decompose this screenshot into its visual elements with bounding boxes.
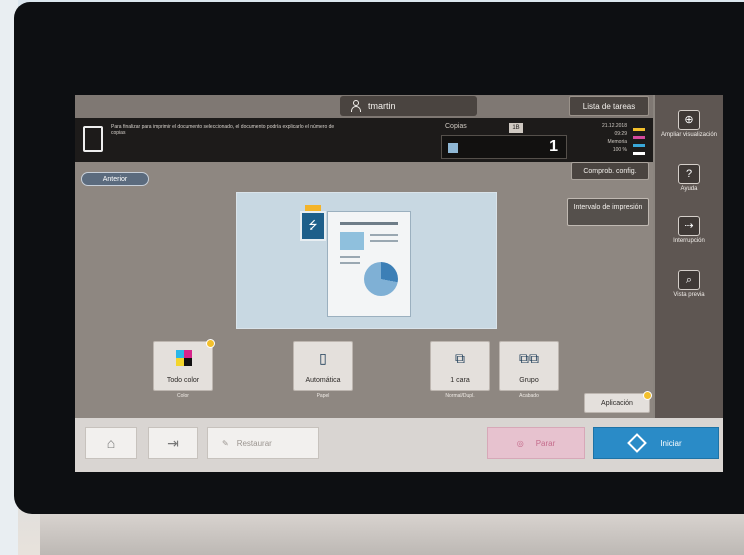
group-icon: ⧉⧉ <box>519 350 539 366</box>
applications-button[interactable]: Aplicación <box>584 391 652 413</box>
right-sidebar: ⊕ Ampliar visualización ? Ayuda ⇢ Interr… <box>655 95 723 418</box>
interrupt-label: Interrupción <box>673 238 705 244</box>
device-base <box>40 514 744 555</box>
usb-icon: ⭍ <box>300 211 326 241</box>
job-list-button[interactable]: Lista de tareas <box>569 96 649 116</box>
copies-value: 1 <box>549 138 558 155</box>
logout-icon: ⇥ <box>167 434 179 451</box>
start-button[interactable]: Iniciar <box>593 427 719 459</box>
copies-field[interactable]: 1 <box>441 135 567 159</box>
document-icon <box>83 126 103 152</box>
toner-black <box>633 152 645 155</box>
top-strip: tmartin Lista de tareas <box>75 95 653 118</box>
main-area: tmartin Lista de tareas Para finalizar p… <box>75 95 653 418</box>
home-button[interactable]: ⌂ <box>85 427 137 459</box>
paper-button[interactable]: ▯ Automática <box>293 341 353 391</box>
color-button[interactable]: Todo color <box>153 339 215 391</box>
preview-icon: ⌕ <box>678 270 700 290</box>
finishing-caption: Acabado <box>519 393 539 399</box>
zoom-button[interactable]: ⊕ Ampliar visualización <box>659 107 719 151</box>
info-bar: Para finalizar para imprimir el document… <box>75 118 653 162</box>
reset-label: Restaurar <box>236 438 272 448</box>
start-label: Iniciar <box>660 438 682 448</box>
zoom-label: Ampliar visualización <box>660 132 718 138</box>
user-name: tmartin <box>368 101 396 111</box>
color-caption: Color <box>177 393 189 399</box>
status-line-memory: Memoria <box>607 139 627 145</box>
stop-label: Parar <box>535 438 556 448</box>
stop-button[interactable]: ◎ Parar <box>487 427 585 459</box>
setting-dot-icon <box>206 339 215 348</box>
duplex-caption: Normal/Dupl. <box>445 393 475 399</box>
toner-magenta <box>633 136 645 139</box>
finishing-button-label: Grupo <box>519 377 539 384</box>
user-button[interactable]: tmartin <box>340 96 477 116</box>
usb-document-preview: ⭍ <box>236 192 497 329</box>
duplex-button[interactable]: ⧉ 1 cara <box>430 341 490 391</box>
color-button-label: Todo color <box>166 377 200 384</box>
cmyk-icon <box>176 350 192 366</box>
status-line-date: 21.12.2018 <box>601 123 627 129</box>
setting-dot-icon <box>643 391 652 400</box>
check-config-button[interactable]: Comprob. config. <box>571 162 649 180</box>
copies-icon <box>448 143 458 153</box>
toner-yellow <box>633 128 645 131</box>
duplex-button-label: 1 cara <box>450 377 470 384</box>
user-icon <box>350 100 362 112</box>
preview-label: Vista previa <box>673 292 705 298</box>
paper-caption: Papel <box>316 393 330 399</box>
printer-panel-bezel: tmartin Lista de tareas Para finalizar p… <box>14 2 744 514</box>
touch-screen: tmartin Lista de tareas Para finalizar p… <box>75 95 723 472</box>
status-block: 21.12.2018 09:29 Memoria 100 % <box>571 122 649 158</box>
print-interval-button[interactable]: Intervalo de impresión <box>567 198 649 226</box>
help-button[interactable]: ? Ayuda <box>659 161 719 205</box>
home-icon: ⌂ <box>106 435 116 451</box>
paper-button-label: Automática <box>305 377 341 384</box>
help-icon: ? <box>678 164 700 184</box>
status-line-percent: 100 % <box>612 147 627 153</box>
document-sheet-icon <box>327 211 411 317</box>
interrupt-icon: ⇢ <box>678 216 700 236</box>
bottom-bar: ⌂ ⇥ ✎ Restaurar ◎ Parar Iniciar <box>75 418 723 472</box>
start-icon <box>627 433 648 453</box>
status-message: Para finalizar para imprimir el document… <box>111 124 335 136</box>
help-label: Ayuda <box>680 186 698 192</box>
zoom-icon: ⊕ <box>678 110 700 130</box>
reset-button[interactable]: ✎ Restaurar <box>207 427 319 459</box>
back-button[interactable]: Anterior <box>81 172 149 186</box>
copies-label: Copias <box>445 123 467 130</box>
interrupt-button[interactable]: ⇢ Interrupción <box>659 213 719 257</box>
copies-badge: 1B <box>509 123 523 133</box>
applications-label: Aplicación <box>601 399 633 407</box>
stop-icon: ◎ <box>516 438 524 448</box>
preview-button[interactable]: ⌕ Vista previa <box>659 267 719 311</box>
paper-icon: ▯ <box>319 350 327 366</box>
toner-cyan <box>633 144 645 147</box>
finishing-button[interactable]: ⧉⧉ Grupo <box>499 341 559 391</box>
logout-button[interactable]: ⇥ <box>148 427 198 459</box>
pencil-icon: ✎ <box>222 438 229 448</box>
pie-graphic <box>364 262 398 296</box>
one-sided-icon: ⧉ <box>455 350 465 366</box>
status-line-time: 09:29 <box>614 131 627 137</box>
